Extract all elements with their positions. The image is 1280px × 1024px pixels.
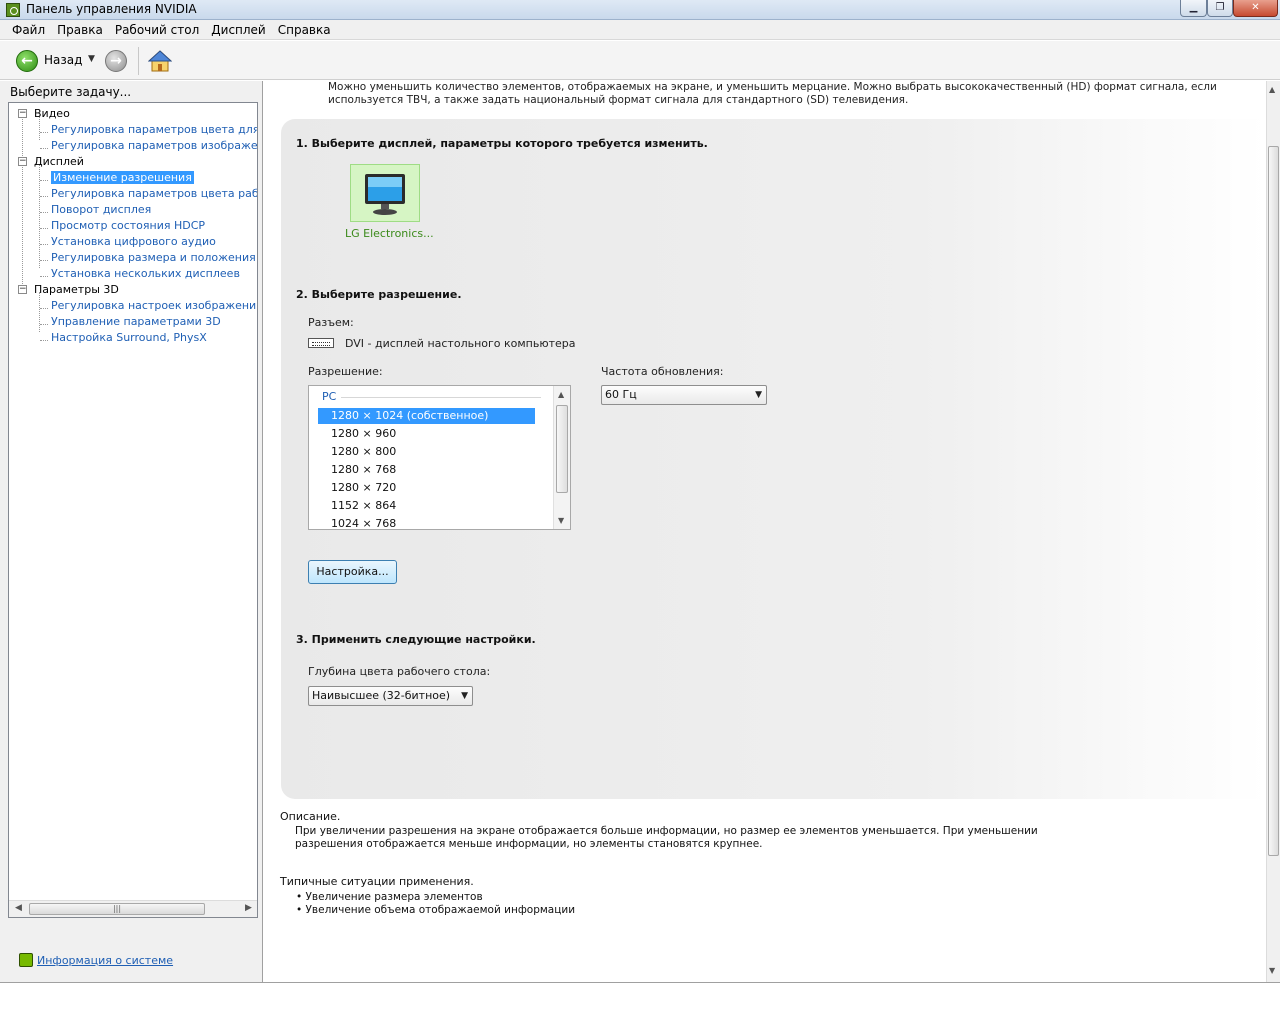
collapse-toggle-icon[interactable]: − [18, 109, 27, 118]
toolbar: ← Назад ▼ → [0, 41, 1280, 80]
system-info-link[interactable]: Информация о системе [37, 954, 173, 967]
resolution-option[interactable]: 1280 × 800 [318, 444, 535, 460]
color-depth-value: Наивысшее (32-битное) [312, 689, 451, 702]
window-title: Панель управления NVIDIA [26, 2, 197, 16]
resolution-option[interactable]: 1280 × 720 [318, 480, 535, 496]
task-pane: Выберите задачу... − Видео Регулировка п… [0, 81, 263, 982]
settings-panel: 1. Выберите дисплей, параметры которого … [281, 119, 1266, 799]
scroll-thumb[interactable] [556, 405, 568, 493]
back-button-label[interactable]: Назад [44, 53, 82, 67]
menu-file[interactable]: Файл [0, 20, 51, 37]
intro-text: Можно уменьшить количество элементов, от… [328, 81, 1217, 106]
resolution-option[interactable]: 1024 × 768 [318, 516, 535, 529]
connector-label: Разъем: [308, 316, 354, 329]
resolution-list[interactable]: PC 1280 × 1024 (собственное) 1280 × 960 … [308, 385, 571, 530]
resolution-list-scrollbar[interactable]: ▲ ▼ [553, 386, 570, 529]
usage-item: Увеличение объема отображаемой информаци… [296, 904, 576, 916]
refresh-rate-select[interactable]: 60 Гц ▼ [601, 385, 767, 405]
collapse-toggle-icon[interactable]: − [18, 285, 27, 294]
task-header: Выберите задачу... [10, 85, 132, 99]
resolution-option[interactable]: 1152 × 864 [318, 498, 535, 514]
scroll-down-icon[interactable]: ▼ [1269, 966, 1275, 975]
dropdown-arrow-icon: ▼ [461, 691, 468, 701]
dvi-connector-icon [308, 338, 334, 348]
window-bottom-border [0, 982, 1280, 983]
menu-edit[interactable]: Правка [51, 20, 109, 37]
close-button[interactable]: ✕ [1233, 0, 1278, 17]
step3-title: 3. Применить следующие настройки. [296, 633, 536, 646]
step1-title: 1. Выберите дисплей, параметры которого … [296, 137, 708, 150]
group-divider [341, 397, 541, 398]
description-title: Описание. [280, 810, 341, 823]
menu-desktop[interactable]: Рабочий стол [109, 20, 205, 37]
refresh-rate-value: 60 Гц [605, 388, 637, 401]
collapse-toggle-icon[interactable]: − [18, 157, 27, 166]
forward-arrow-icon[interactable]: → [105, 50, 127, 72]
sysinfo-area: Информация о системе [0, 781, 263, 981]
usage-title: Типичные ситуации применения. [280, 875, 474, 888]
nvidia-app-icon [6, 3, 20, 17]
minimize-button[interactable]: ▁ [1180, 0, 1207, 17]
scroll-up-icon[interactable]: ▲ [1269, 85, 1275, 94]
title-bar: Панель управления NVIDIA ▁ ❐ ✕ [0, 0, 1280, 20]
resolution-option[interactable]: 1280 × 960 [318, 426, 535, 442]
resolution-option[interactable]: 1280 × 1024 (собственное) [318, 408, 535, 424]
dropdown-arrow-icon: ▼ [755, 390, 762, 400]
main-content: Можно уменьшить количество элементов, от… [264, 81, 1266, 982]
menu-display[interactable]: Дисплей [205, 20, 271, 37]
back-arrow-icon[interactable]: ← [16, 50, 38, 72]
system-info-icon[interactable] [19, 953, 33, 967]
resolution-label: Разрешение: [308, 365, 383, 378]
display-name[interactable]: LG Electronics... [345, 227, 434, 240]
menu-help[interactable]: Справка [272, 20, 337, 37]
monitor-icon [365, 174, 405, 215]
refresh-label: Частота обновления: [601, 365, 724, 378]
toolbar-separator [138, 47, 139, 75]
resolution-option[interactable]: 1280 × 768 [318, 462, 535, 478]
color-depth-label: Глубина цвета рабочего стола: [308, 665, 491, 678]
scroll-thumb[interactable] [1268, 146, 1279, 856]
scroll-up-icon[interactable]: ▲ [558, 390, 564, 399]
display-tile[interactable] [350, 164, 420, 222]
menu-bar: Файл Правка Рабочий стол Дисплей Справка [0, 20, 1280, 40]
scroll-down-icon[interactable]: ▼ [558, 516, 564, 525]
maximize-button[interactable]: ❐ [1207, 0, 1233, 17]
resolution-group-label: PC [322, 390, 337, 403]
description-text: При увеличении разрешения на экране отоб… [295, 825, 1038, 850]
connector-value: DVI - дисплей настольного компьютера [345, 337, 576, 350]
usage-item: Увеличение размера элементов [296, 891, 483, 903]
content-vertical-scrollbar[interactable]: ▲ ▼ [1266, 81, 1280, 982]
step2-title: 2. Выберите разрешение. [296, 288, 462, 301]
customize-button[interactable]: Настройка... [308, 560, 397, 584]
color-depth-select[interactable]: Наивысшее (32-битное) ▼ [308, 686, 473, 706]
home-icon[interactable] [148, 49, 172, 73]
history-dropdown-icon[interactable]: ▼ [88, 54, 95, 64]
